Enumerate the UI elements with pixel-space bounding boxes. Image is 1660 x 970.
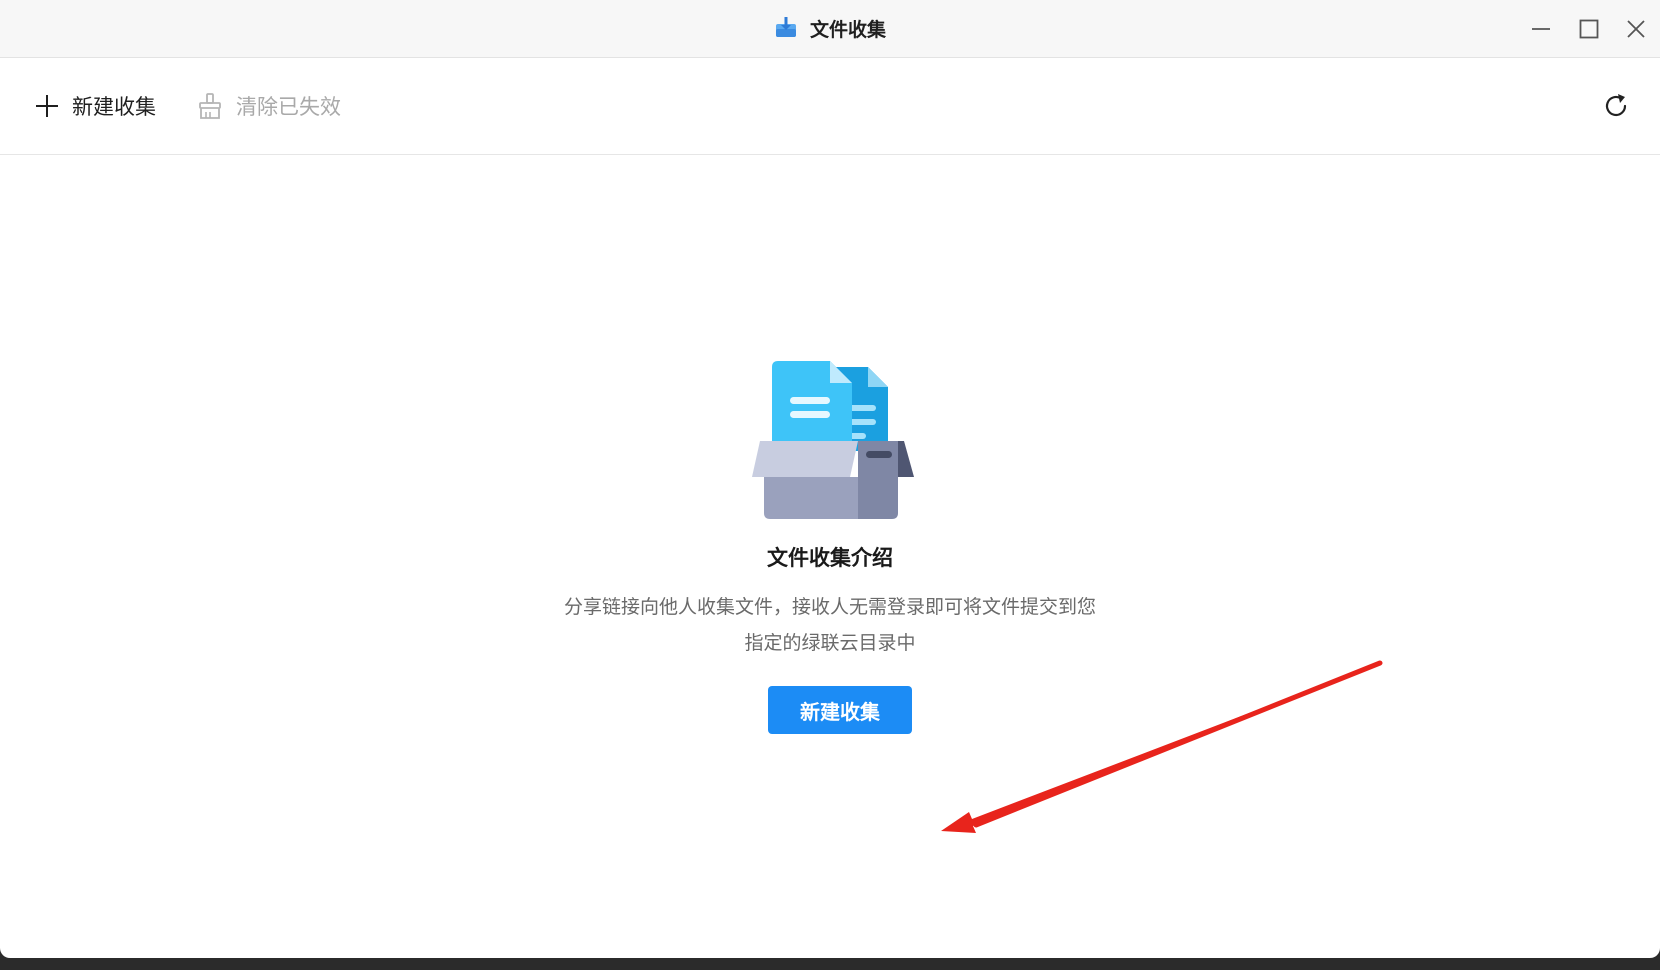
refresh-icon xyxy=(1605,94,1627,117)
window-title-group: 文件收集 xyxy=(774,0,886,57)
inbox-download-icon xyxy=(774,15,798,43)
minimize-icon xyxy=(1532,28,1550,30)
close-icon xyxy=(1627,20,1645,38)
clear-expired-label: 清除已失效 xyxy=(236,95,341,119)
new-collection-toolbar-label: 新建收集 xyxy=(72,95,156,119)
close-button[interactable] xyxy=(1621,14,1651,44)
new-collection-button[interactable]: 新建收集 xyxy=(768,686,912,734)
desktop-taskbar-edge xyxy=(0,958,1660,970)
toolbar: 新建收集 清除已失效 xyxy=(0,58,1660,155)
annotation-arrow-icon xyxy=(941,660,1383,833)
broom-icon xyxy=(199,93,221,119)
new-collection-toolbar-button[interactable]: 新建收集 xyxy=(34,58,156,154)
refresh-button[interactable] xyxy=(1600,90,1632,122)
maximize-button[interactable] xyxy=(1574,14,1604,44)
app-window: 文件收集 新建收集 清除已失效 文件收集介绍 分享链接向他人收集文件，接收人无需… xyxy=(0,0,1660,958)
empty-state-title: 文件收集介绍 xyxy=(767,546,893,570)
title-bar: 文件收集 xyxy=(0,0,1660,58)
plus-icon xyxy=(36,95,58,117)
minimize-button[interactable] xyxy=(1526,14,1556,44)
empty-state-description-line-1: 分享链接向他人收集文件，接收人无需登录即可将文件提交到您 xyxy=(563,596,1096,618)
window-title: 文件收集 xyxy=(809,19,887,41)
clear-expired-button[interactable]: 清除已失效 xyxy=(196,58,341,154)
empty-state-description: 分享链接向他人收集文件，接收人无需登录即可将文件提交到您 指定的绿联云目录中 xyxy=(530,589,1130,661)
files-in-box-icon xyxy=(752,361,914,519)
maximize-icon xyxy=(1579,19,1599,39)
